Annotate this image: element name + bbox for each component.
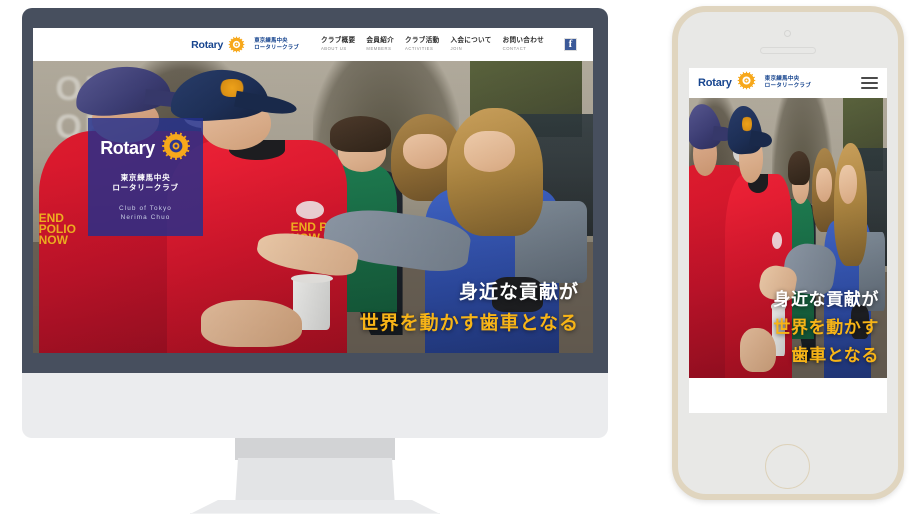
hero-headline-line2: 世界を動かす歯車となる <box>359 313 579 334</box>
nav-label-en: MEMBERS <box>366 46 392 52</box>
hero-headline-line1: 身近な貢献が <box>458 282 579 303</box>
brand-jp-line1: 東京練馬中央 <box>764 76 800 83</box>
home-button[interactable] <box>765 444 810 489</box>
nav-label-en: JOIN <box>450 46 463 52</box>
nav-label-jp: クラブ活動 <box>404 36 440 44</box>
card-en-line1: Club of Tokyo <box>119 204 172 212</box>
mobile-hero-line2: 世界を動かす <box>773 318 879 337</box>
card-japanese-name: 東京練馬中央 ロータリークラブ <box>112 173 178 194</box>
mobile-screen: Rotary 東京練馬中央 ロータリークラブ 身近な貢献が 世界を動かす 歯車と… <box>689 68 887 413</box>
monitor-stand-neck-top <box>235 438 395 460</box>
brand-japanese-name: 東京練馬中央 ロータリークラブ <box>254 38 299 50</box>
desktop-screen: Rotary 東京練馬中央 ロータリークラブ クラブ概要 ABOUT US 会員… <box>33 28 593 353</box>
mobile-site-header: Rotary 東京練馬中央 ロータリークラブ <box>689 68 887 98</box>
monitor-stand-base <box>190 500 440 514</box>
hero-headline: 身近な貢献が 世界を動かす歯車となる <box>360 277 579 335</box>
site-header: Rotary 東京練馬中央 ロータリークラブ クラブ概要 ABOUT US 会員… <box>33 28 593 61</box>
nav-label-jp: お問い合わせ <box>502 36 544 44</box>
earpiece-speaker <box>760 47 816 54</box>
rotary-wheel-icon <box>161 131 191 166</box>
monitor-chin <box>22 373 608 438</box>
brand-wordmark: Rotary <box>698 77 732 89</box>
rotary-club-card: Rotary 東京練馬中央 ロータリークラブ Club of Tokyo Ner… <box>88 118 203 236</box>
mobile-hero-headline: 身近な貢献が 世界を動かす 歯車となる <box>773 285 879 366</box>
rotary-wheel-icon <box>228 36 245 53</box>
nav-item-about-us[interactable]: クラブ概要 ABOUT US <box>320 36 356 52</box>
brand-wordmark: Rotary <box>191 38 224 51</box>
desktop-monitor-mockup: Rotary 東京練馬中央 ロータリークラブ クラブ概要 ABOUT US 会員… <box>22 8 608 514</box>
nav-label-en: ACTIVITIES <box>404 46 434 52</box>
nav-item-activities[interactable]: クラブ活動 ACTIVITIES <box>404 36 440 52</box>
card-wordmark: Rotary <box>100 138 155 159</box>
nav-label-en: CONTACT <box>502 46 527 52</box>
main-navigation: クラブ概要 ABOUT US 会員紹介 MEMBERS クラブ活動 ACTIVI… <box>320 36 577 52</box>
hamburger-menu-icon[interactable] <box>861 76 878 90</box>
brand-jp-line2: ロータリークラブ <box>254 44 299 51</box>
card-logo-row: Rotary <box>100 131 191 166</box>
card-jp-line1: 東京練馬中央 <box>120 173 171 183</box>
brand-japanese-name: 東京練馬中央 ロータリークラブ <box>765 76 811 89</box>
nav-label-en: ABOUT US <box>320 46 347 52</box>
nav-label-jp: 入会について <box>450 36 492 44</box>
mobile-hero-section: 身近な貢献が 世界を動かす 歯車となる <box>689 98 887 378</box>
facebook-glyph: f <box>568 37 573 50</box>
rotary-wheel-icon <box>737 71 756 95</box>
mobile-hero-line1: 身近な貢献が <box>773 290 879 309</box>
facebook-icon[interactable]: f <box>564 37 577 51</box>
mobile-hero-line3: 歯車となる <box>791 346 879 365</box>
nav-item-members[interactable]: 会員紹介 MEMBERS <box>366 36 394 52</box>
nav-label-jp: 会員紹介 <box>366 36 394 44</box>
nav-item-contact[interactable]: お問い合わせ CONTACT <box>502 36 544 52</box>
card-english-name: Club of Tokyo Nerima Chuo <box>119 204 172 223</box>
hero-section: OPT ORT END POLIO NOW <box>33 61 593 353</box>
nav-item-join[interactable]: 入会について JOIN <box>450 36 492 52</box>
nav-label-jp: クラブ概要 <box>320 36 356 44</box>
brand-logo[interactable]: Rotary 東京練馬中央 ロータリークラブ <box>191 36 299 53</box>
card-en-line2: Nerima Chuo <box>120 214 171 222</box>
card-jp-line2: ロータリークラブ <box>112 183 179 193</box>
front-camera-icon <box>784 30 791 37</box>
mobile-phone-mockup: Rotary 東京練馬中央 ロータリークラブ 身近な貢献が 世界を動かす 歯車と… <box>672 6 918 508</box>
brand-jp-line2: ロータリークラブ <box>764 83 812 89</box>
responsive-mockup-scene: Rotary 東京練馬中央 ロータリークラブ クラブ概要 ABOUT US 会員… <box>0 0 918 514</box>
